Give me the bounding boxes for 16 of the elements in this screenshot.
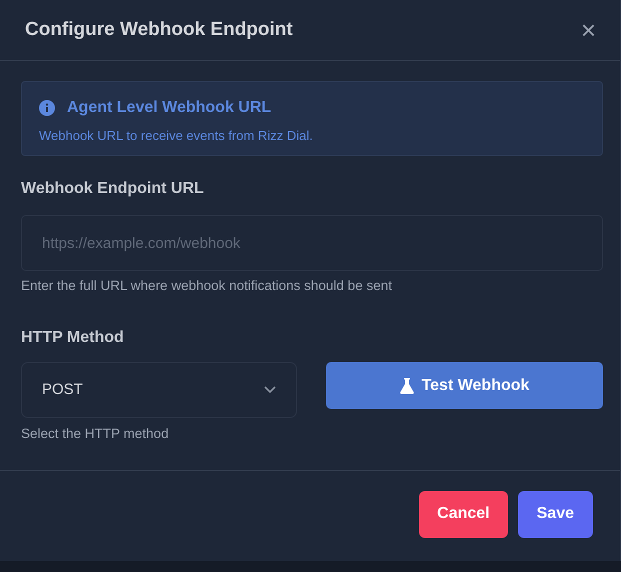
field-label: Webhook Endpoint URL	[21, 179, 205, 199]
info-icon	[39, 100, 55, 116]
test-webhook-button[interactable]: Test Webhook	[326, 362, 603, 410]
info-text: Webhook URL to receive events from Rizz Dial.	[39, 127, 314, 145]
info-title: Agent Level Webhook URL	[67, 98, 272, 118]
save-button[interactable]: Save	[518, 490, 593, 538]
help-text: Enter the full URL where webhook notifications should be sent	[21, 277, 393, 295]
help-text: Select the HTTP method	[21, 425, 170, 444]
field-label: HTTP Method	[21, 328, 125, 348]
method-select[interactable]: POST	[21, 362, 297, 418]
dialog-title: Configure Webhook Endpoint	[25, 18, 293, 42]
close-button[interactable]: ×	[576, 17, 600, 43]
url-input-field[interactable]: https://example.com/webhook	[21, 215, 603, 271]
flask-icon	[400, 378, 414, 394]
cancel-button[interactable]: Cancel	[419, 490, 508, 538]
chevron-down-icon	[264, 386, 276, 394]
